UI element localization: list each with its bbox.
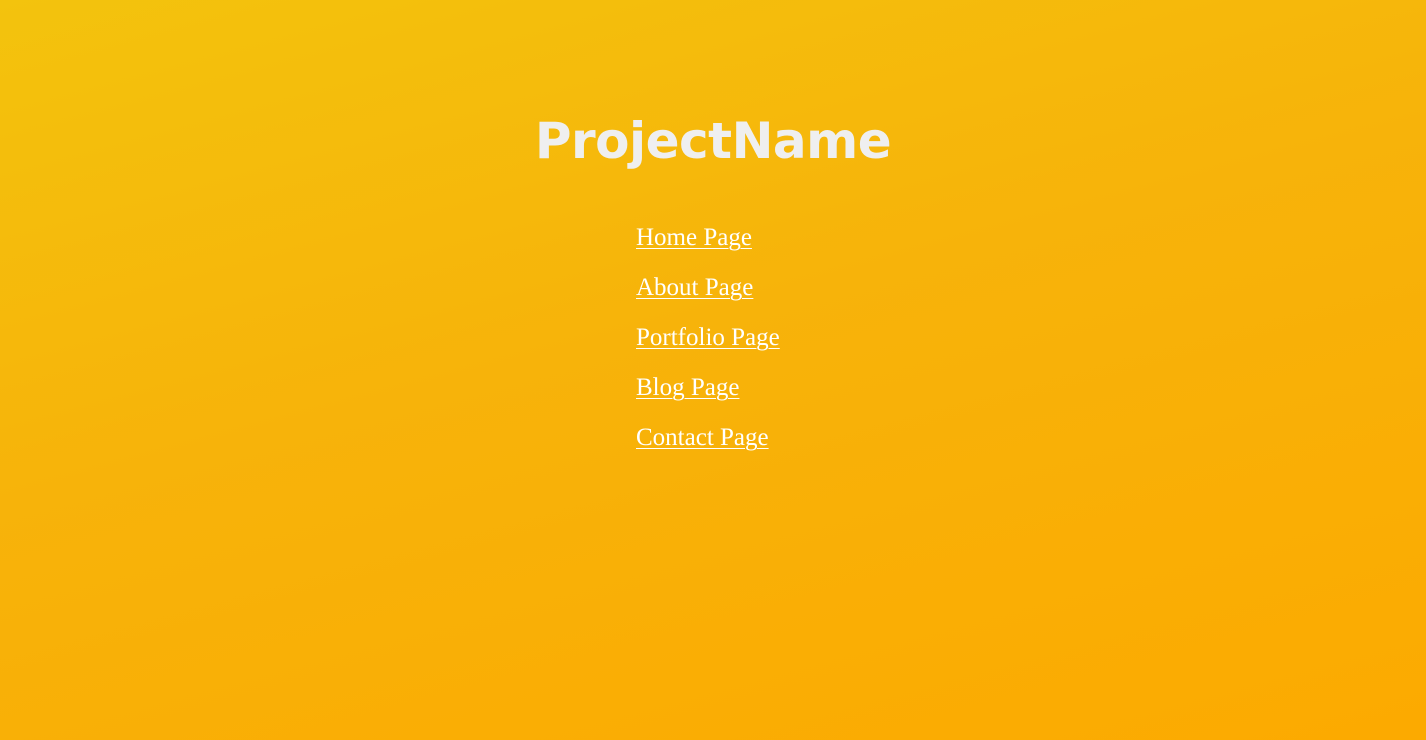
- nav-item-home: Home Page: [636, 222, 780, 272]
- contact-page-link[interactable]: Contact Page: [636, 424, 769, 451]
- nav-item-blog: Blog Page: [636, 372, 780, 422]
- page-title: ProjectName: [534, 112, 892, 170]
- about-page-link[interactable]: About Page: [636, 274, 753, 301]
- nav-item-contact: Contact Page: [636, 422, 780, 472]
- blog-page-link[interactable]: Blog Page: [636, 374, 739, 401]
- home-page-link[interactable]: Home Page: [636, 224, 752, 251]
- nav-item-portfolio: Portfolio Page: [636, 322, 780, 372]
- portfolio-page-link[interactable]: Portfolio Page: [636, 324, 780, 351]
- nav-menu: Home Page About Page Portfolio Page Blog…: [636, 222, 780, 472]
- nav-item-about: About Page: [636, 272, 780, 322]
- page: ProjectName Home Page About Page Portfol…: [0, 0, 1426, 740]
